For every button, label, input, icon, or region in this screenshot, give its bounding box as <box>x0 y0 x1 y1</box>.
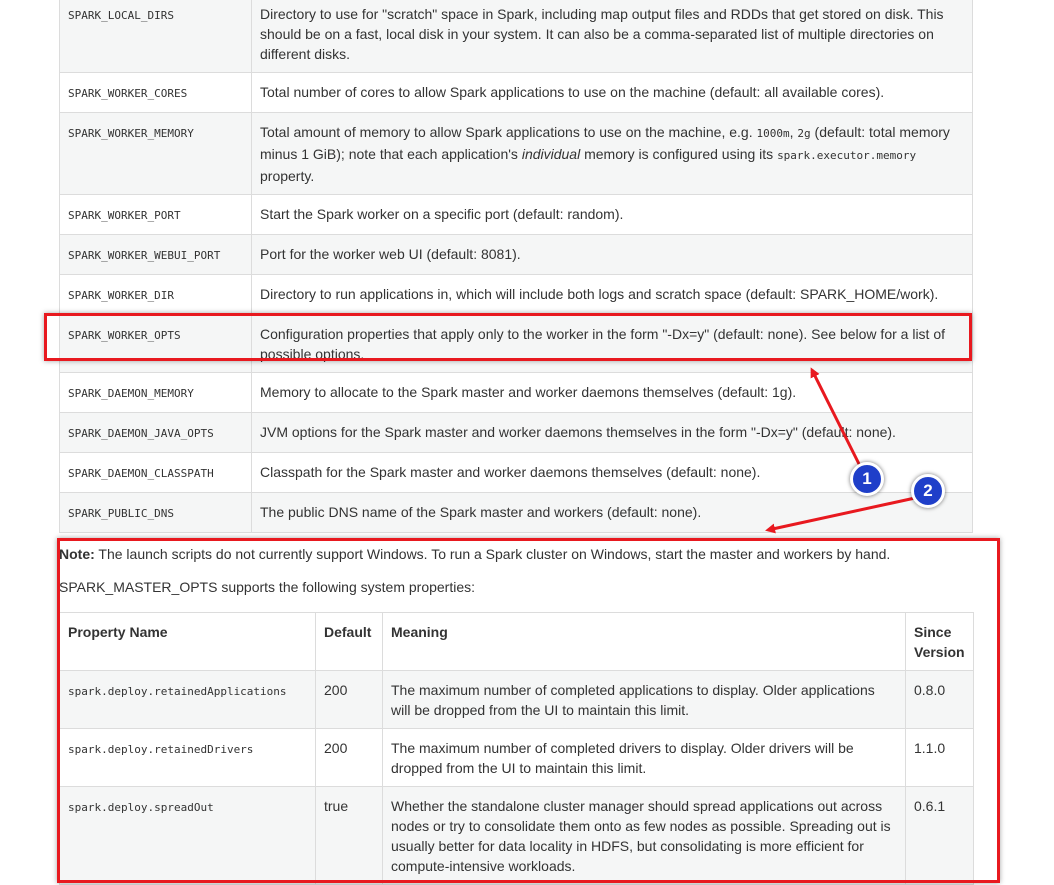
env-var-name: SPARK_LOCAL_DIRS <box>59 0 252 73</box>
table-row: SPARK_DAEMON_JAVA_OPTS JVM options for t… <box>59 412 973 453</box>
env-var-name: SPARK_WORKER_PORT <box>59 194 252 235</box>
table-row: SPARK_DAEMON_MEMORY Memory to allocate t… <box>59 372 973 413</box>
env-var-name: SPARK_PUBLIC_DNS <box>59 492 252 533</box>
env-var-description: Total number of cores to allow Spark app… <box>251 72 973 113</box>
table-row: SPARK_DAEMON_CLASSPATH Classpath for the… <box>59 452 973 493</box>
env-var-description: Memory to allocate to the Spark master a… <box>251 372 973 413</box>
table-row: SPARK_WORKER_PORT Start the Spark worker… <box>59 194 973 235</box>
env-var-name: SPARK_WORKER_DIR <box>59 274 252 315</box>
env-var-description: JVM options for the Spark master and wor… <box>251 412 973 453</box>
env-var-description: Directory to use for "scratch" space in … <box>251 0 973 73</box>
table-row: SPARK_WORKER_WEBUI_PORT Port for the wor… <box>59 234 973 275</box>
env-var-name: SPARK_DAEMON_CLASSPATH <box>59 452 252 493</box>
step-badge-1: 1 <box>850 462 884 496</box>
highlight-box-master-opts <box>57 538 1000 883</box>
env-variables-table: SPARK_LOCAL_DIRS Directory to use for "s… <box>59 0 973 533</box>
table-row: SPARK_PUBLIC_DNS The public DNS name of … <box>59 492 973 533</box>
env-var-name: SPARK_WORKER_MEMORY <box>59 112 252 195</box>
desc-text: memory is configured using its <box>580 146 778 162</box>
env-var-description: The public DNS name of the Spark master … <box>251 492 973 533</box>
env-var-description: Port for the worker web UI (default: 808… <box>251 234 973 275</box>
env-var-description: Directory to run applications in, which … <box>251 274 973 315</box>
highlight-box-worker-opts <box>44 313 972 361</box>
inline-code: spark.executor.memory <box>777 149 917 162</box>
table-row: SPARK_WORKER_MEMORY Total amount of memo… <box>59 112 973 195</box>
emphasis-text: individual <box>521 146 581 162</box>
env-var-name: SPARK_WORKER_WEBUI_PORT <box>59 234 252 275</box>
inline-code: 2g <box>797 127 811 140</box>
env-var-description: Total amount of memory to allow Spark ap… <box>251 112 973 195</box>
table-row: SPARK_LOCAL_DIRS Directory to use for "s… <box>59 0 973 73</box>
env-var-description: Start the Spark worker on a specific por… <box>251 194 973 235</box>
env-var-name: SPARK_DAEMON_MEMORY <box>59 372 252 413</box>
env-var-name: SPARK_DAEMON_JAVA_OPTS <box>59 412 252 453</box>
desc-text: property. <box>260 168 315 184</box>
env-var-name: SPARK_WORKER_CORES <box>59 72 252 113</box>
inline-code: 1000m <box>756 127 790 140</box>
table-row: SPARK_WORKER_DIR Directory to run applic… <box>59 274 973 315</box>
table-row: SPARK_WORKER_CORES Total number of cores… <box>59 72 973 113</box>
desc-text: Total amount of memory to allow Spark ap… <box>260 124 757 140</box>
step-badge-2: 2 <box>911 474 945 508</box>
